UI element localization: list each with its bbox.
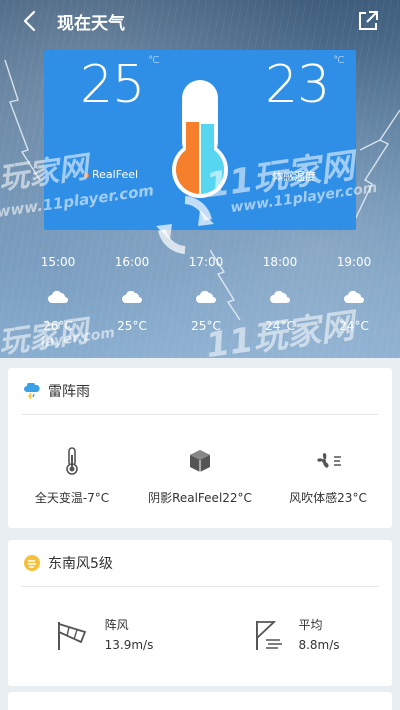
hourly-item: 16:00 25°C bbox=[104, 255, 160, 345]
somatic-label: 体感温度 bbox=[272, 170, 316, 183]
weather-condition-card: 雷阵雨 全天变温-7°C 阴影RealFeel22°C 风吹体感23°C bbox=[8, 368, 392, 528]
wind-stats: 阵风 13.9m/s 平均 8.8m/s bbox=[8, 587, 392, 683]
stat-shade-realfeel: 阴影RealFeel22°C bbox=[136, 415, 264, 525]
condition-text: 雷阵雨 bbox=[48, 384, 90, 400]
wind-header: 东南风5级 bbox=[8, 540, 392, 586]
wind-average: 平均 8.8m/s bbox=[200, 587, 392, 683]
hour-time: 15:00 bbox=[40, 255, 76, 269]
cloud-icon bbox=[178, 283, 234, 311]
hour-time: 19:00 bbox=[336, 255, 372, 269]
cloud-icon bbox=[326, 283, 382, 311]
somatic-temp-value: 23 bbox=[265, 55, 330, 115]
thunderstorm-rain-icon bbox=[24, 383, 40, 399]
hour-temp: 25°C bbox=[191, 319, 221, 333]
stat-label: 风吹体感23°C bbox=[289, 491, 367, 505]
stat-label: 阴影RealFeel22°C bbox=[148, 491, 252, 505]
next-card-peek bbox=[8, 692, 392, 710]
somatic-temperature: 23 °C bbox=[265, 55, 344, 115]
hour-temp: 26°C bbox=[43, 319, 73, 333]
wind-card: 东南风5级 阵风 13.9m/s 平均 8.8m/s bbox=[8, 540, 392, 686]
wind-average-value: 8.8m/s bbox=[298, 638, 340, 652]
hour-time: 16:00 bbox=[114, 255, 150, 269]
realfeel-label: RealFeel bbox=[84, 168, 138, 181]
windsock-icon bbox=[55, 618, 91, 652]
realfeel-temperature: 25 °C bbox=[80, 55, 159, 115]
hour-temp: 24°C bbox=[339, 319, 369, 333]
share-external-icon[interactable] bbox=[356, 9, 380, 33]
stat-label: 全天变温-7°C bbox=[34, 491, 110, 505]
fan-wind-icon bbox=[314, 445, 342, 477]
top-bar: 现在天气 bbox=[0, 0, 400, 44]
wind-gust-label: 阵风 bbox=[104, 618, 129, 632]
thermometer-icon bbox=[65, 445, 79, 477]
hourly-item: 19:00 24°C bbox=[326, 255, 382, 345]
somatic-temp-unit: °C bbox=[333, 55, 344, 66]
cloud-icon bbox=[104, 283, 160, 311]
wind-title: 东南风5级 bbox=[48, 556, 113, 572]
hour-temp: 24°C bbox=[265, 319, 295, 333]
wind-gust-value: 13.9m/s bbox=[104, 638, 154, 652]
hourly-forecast: 15:00 26°C 16:00 25°C 17:00 25°C 18:00 2… bbox=[0, 255, 400, 345]
stat-temp-range: 全天变温-7°C bbox=[8, 415, 136, 525]
orange-dot-icon bbox=[84, 172, 89, 178]
hourly-item: 15:00 26°C bbox=[30, 255, 86, 345]
weather-hero: 现在天气 25 °C RealFeel 23 °C 体感温度 玩家网 www.11p… bbox=[0, 0, 400, 358]
hourly-item: 17:00 25°C bbox=[178, 255, 234, 345]
hour-temp: 25°C bbox=[117, 319, 147, 333]
hour-time: 18:00 bbox=[262, 255, 298, 269]
refresh-watermark-icon bbox=[156, 196, 214, 254]
cloud-icon bbox=[30, 283, 86, 311]
wind-gust: 阵风 13.9m/s bbox=[8, 587, 200, 683]
wind-average-text: 平均 8.8m/s bbox=[298, 615, 339, 655]
cloud-icon bbox=[252, 283, 308, 311]
condition-header: 雷阵雨 bbox=[8, 368, 392, 414]
hour-time: 17:00 bbox=[188, 255, 224, 269]
realfeel-temp-value: 25 bbox=[80, 55, 145, 115]
stat-wind-chill: 风吹体感23°C bbox=[264, 415, 392, 525]
chevron-left-icon[interactable] bbox=[18, 8, 44, 34]
wind-gust-text: 阵风 13.9m/s bbox=[105, 615, 154, 655]
page-title: 现在天气 bbox=[57, 14, 125, 34]
realfeel-label-text: RealFeel bbox=[92, 168, 139, 181]
thermometer-graphic-icon bbox=[172, 80, 228, 198]
wind-flag-icon bbox=[252, 618, 284, 652]
wind-average-label: 平均 bbox=[298, 618, 323, 632]
wind-level-icon bbox=[24, 555, 40, 571]
shade-cube-icon bbox=[189, 445, 211, 477]
hourly-item: 18:00 24°C bbox=[252, 255, 308, 345]
realfeel-temp-unit: °C bbox=[148, 55, 159, 66]
condition-stats: 全天变温-7°C 阴影RealFeel22°C 风吹体感23°C bbox=[8, 415, 392, 525]
